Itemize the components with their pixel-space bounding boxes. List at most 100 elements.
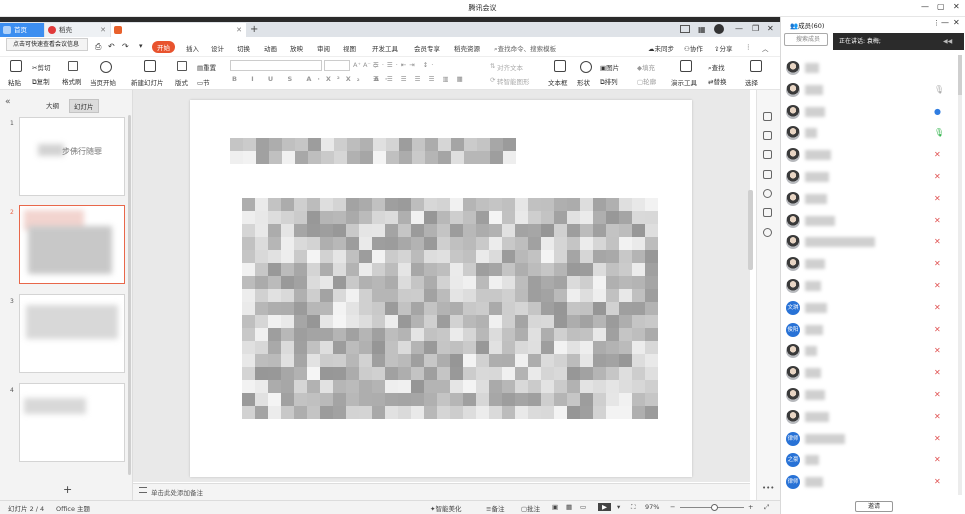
play-options-icon[interactable]: ▾ [617,503,620,511]
format-painter-button[interactable]: 格式刷 [62,76,82,86]
window-restore-icon[interactable]: ❐ [752,24,759,33]
paste-button[interactable]: 粘贴 [8,77,21,87]
tab-daoke[interactable]: 稻壳 ✕ [45,23,110,37]
fill-button[interactable]: ◆填充 [637,62,655,72]
sorter-view-icon[interactable]: ▦ [566,503,572,511]
member-row[interactable]: ✕ [781,189,956,209]
redo-icon[interactable]: ↷ [122,42,129,51]
mic-muted-icon[interactable]: ✕ [934,237,941,246]
menu-insert[interactable]: 插入 [186,43,199,53]
add-slide-button[interactable]: + [63,483,72,496]
menu-start[interactable]: 开始 [152,41,175,53]
shape-button[interactable]: 形状 [577,77,590,87]
mic-muted-icon[interactable]: ✕ [934,172,941,181]
mic-muted-icon[interactable]: ✕ [934,390,941,399]
member-row[interactable]: 之豪 ✕ [781,450,956,470]
shape-icon[interactable] [580,61,592,73]
cut-button[interactable]: ✂剪切 [32,62,50,72]
mic-muted-icon[interactable]: ✕ [934,455,941,464]
font-size-select[interactable] [324,60,350,71]
convert-smartart-button[interactable]: 转智能图形 [497,76,530,86]
apps-grid-icon[interactable]: ▦ [698,25,706,34]
replace-button[interactable]: ⇄替换 [708,76,726,86]
notes-bar[interactable] [133,483,750,500]
select-button[interactable]: 选择 [745,77,758,87]
mic-icon[interactable]: ● [934,107,941,116]
member-row[interactable]: ✕ [781,145,956,165]
minimize-button[interactable]: — [921,2,929,11]
share-button[interactable]: ⇪分享 [714,43,732,53]
presentation-tools-icon[interactable] [680,60,692,72]
member-search-input[interactable]: 搜索成员 [784,33,828,46]
adjust-icon[interactable] [763,131,772,140]
mic-muted-icon[interactable]: ✕ [934,303,941,312]
sync-status[interactable]: ☁未同步 [648,43,674,53]
pin-icon[interactable] [763,150,772,159]
member-row[interactable]: 🎙 [781,80,956,100]
layout-icon[interactable] [680,25,690,33]
list-buttons[interactable]: ☰·☰·⇤⇥ ↕· [373,61,436,69]
tab-presentation[interactable]: ✕ [111,23,246,37]
textbox-icon[interactable] [554,60,566,72]
mic-muted-icon[interactable]: ✕ [934,259,941,268]
paste-icon[interactable] [10,60,22,72]
notes-toggle[interactable]: ≡备注 [486,503,504,513]
tab-outline[interactable]: 大纲 [46,100,59,110]
zoom-level[interactable]: 97% [645,503,659,511]
smart-beautify-button[interactable]: ✦智能美化 [430,503,461,513]
slide-thumbnail-4[interactable] [19,383,125,462]
fullscreen-icon[interactable]: ⤢ [764,503,769,512]
member-row[interactable] [781,58,956,78]
mic-muted-icon[interactable]: ✕ [934,346,941,355]
mic-muted-icon[interactable]: ✕ [934,368,941,377]
help-icon[interactable] [763,189,772,198]
member-row[interactable]: 律师 ✕ [781,429,956,449]
align-buttons[interactable]: ☰ ☰ ☰ ☰ ☰ ▥ ▦ [373,75,466,83]
member-list-scroll-thumb[interactable] [958,55,962,95]
menu-animation[interactable]: 动画 [264,43,277,53]
copy-button[interactable]: ⧉复制 [32,76,50,87]
layout-button[interactable]: 版式 [175,77,188,87]
close-tab-icon[interactable]: ✕ [100,23,106,37]
mic-muted-icon[interactable]: ✕ [934,434,941,443]
fit-window-icon[interactable]: ⛶ [631,503,636,512]
collapse-ribbon-icon[interactable]: ︿ [762,43,769,53]
presentation-tools-button[interactable]: 演示工具 [671,77,697,87]
menu-transition[interactable]: 切换 [237,43,250,53]
font-name-select[interactable] [230,60,322,71]
outline-button[interactable]: ▢轮廓 [637,76,656,86]
member-row[interactable]: 律师 ✕ [781,472,956,492]
member-row[interactable]: ● [781,102,956,122]
member-row[interactable]: ✕ [781,167,956,187]
align-text-button[interactable]: 对齐文本 [497,62,523,72]
mic-muted-icon[interactable]: ✕ [934,325,941,334]
chevron-down-icon[interactable]: ▾ [139,42,143,50]
menu-design[interactable]: 设计 [211,43,224,53]
more-menu-icon[interactable]: ⋮ [745,43,752,51]
member-row[interactable]: ✕ [781,407,956,427]
new-slide-button[interactable]: 新建幻灯片 [131,77,164,87]
member-row[interactable]: ✕ [781,276,956,296]
textbox-button[interactable]: 文本框 [548,77,568,87]
section-button[interactable]: ▭节 [197,77,210,87]
location-icon[interactable] [763,228,772,237]
normal-view-icon[interactable]: ▣ [552,503,558,511]
play-from-current-button[interactable]: 当页开始 [90,77,116,87]
member-row[interactable]: ✕ [781,363,956,383]
maximize-button[interactable]: ▢ [937,2,945,11]
mic-icon[interactable]: 🎙 [934,128,944,137]
window-minimize-icon[interactable]: — [735,24,743,33]
theme-name[interactable]: Office 主题 [56,503,90,513]
close-button[interactable]: ✕ [953,2,960,11]
play-icon[interactable] [100,61,112,73]
reading-view-icon[interactable]: ▭ [580,503,586,511]
member-row[interactable]: ✕ [781,254,956,274]
menu-review[interactable]: 审阅 [317,43,330,53]
menu-member[interactable]: 会员专享 [414,43,440,53]
mic-muted-icon[interactable]: ✕ [934,216,941,225]
font-style-buttons[interactable]: B I U S A·X²X₂ A· [232,75,393,83]
member-row[interactable]: 文琪 ✕ [781,298,956,318]
zoom-slider-handle[interactable] [711,504,718,511]
select-icon[interactable] [750,60,762,72]
panel-close-icon[interactable]: ✕ [953,18,960,27]
